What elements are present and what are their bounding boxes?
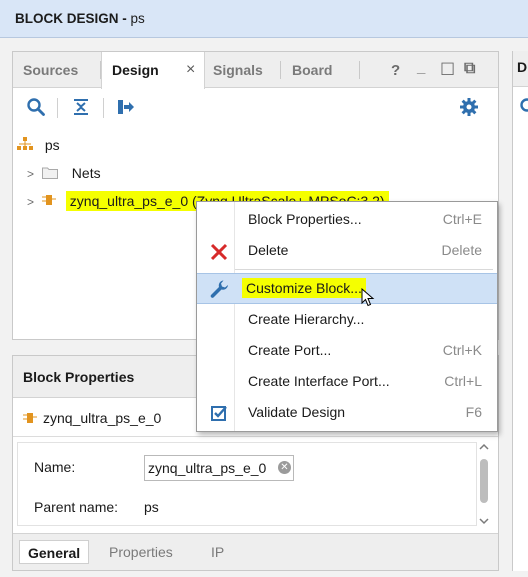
menu-item-shortcut: Ctrl+E bbox=[442, 211, 482, 227]
tree-item-nets[interactable]: > Nets bbox=[27, 162, 101, 184]
wrench-icon bbox=[210, 280, 228, 298]
tab-diagram[interactable]: D bbox=[517, 59, 527, 75]
menu-item-label: Validate Design bbox=[248, 404, 346, 420]
block-properties-tabs: General Properties IP bbox=[13, 533, 498, 570]
tab-ip[interactable]: IP bbox=[203, 540, 232, 564]
tab-sources[interactable]: Sources bbox=[23, 52, 78, 88]
tab-design-label: Design bbox=[112, 62, 159, 78]
design-panel-tabs: Sources Design × Signals Board ? _ ☐ ⧉ bbox=[13, 52, 498, 89]
tab-properties[interactable]: Properties bbox=[101, 540, 181, 564]
scrollbar-thumb[interactable] bbox=[480, 459, 488, 503]
tab-board[interactable]: Board bbox=[292, 52, 332, 88]
design-toolbar bbox=[13, 89, 498, 125]
vivado-window: BLOCK DESIGN - ps Sources Design × Signa… bbox=[0, 0, 528, 577]
menu-item-customize-block[interactable]: Customize Block... bbox=[197, 273, 497, 307]
gear-icon[interactable] bbox=[459, 97, 479, 117]
tab-signals[interactable]: Signals bbox=[213, 52, 263, 88]
search-icon[interactable] bbox=[517, 97, 528, 117]
general-form: Name: zynq_ultra_ps_e_0 ✕ Parent name: p… bbox=[17, 442, 477, 526]
tab-general[interactable]: General bbox=[19, 540, 90, 564]
tree-root[interactable]: ps bbox=[17, 134, 60, 156]
toolbar-divider bbox=[57, 98, 58, 118]
menu-item-validate-design[interactable]: Validate Design F6 bbox=[197, 398, 497, 429]
ip-block-icon bbox=[41, 195, 56, 205]
menu-item-shortcut: Delete bbox=[441, 242, 482, 258]
menu-item-create-interface-port[interactable]: Create Interface Port... Ctrl+L bbox=[197, 367, 497, 398]
clear-icon[interactable]: ✕ bbox=[278, 461, 291, 474]
menu-separator bbox=[235, 269, 493, 270]
menu-item-shortcut: Ctrl+L bbox=[444, 373, 482, 389]
collapse-all-icon[interactable] bbox=[71, 97, 91, 117]
search-icon[interactable] bbox=[26, 97, 46, 117]
minimize-icon[interactable]: _ bbox=[417, 59, 425, 76]
hierarchy-icon bbox=[17, 137, 33, 150]
name-label: Name: bbox=[34, 459, 76, 475]
scroll-up-icon[interactable] bbox=[478, 442, 490, 452]
title-separator: - bbox=[118, 11, 131, 26]
expand-all-icon[interactable] bbox=[116, 97, 136, 117]
menu-item-label: Delete bbox=[248, 242, 289, 258]
menu-item-block-properties[interactable]: Block Properties... Ctrl+E bbox=[197, 205, 497, 236]
name-field[interactable]: zynq_ultra_ps_e_0 ✕ bbox=[144, 455, 294, 481]
parent-name-value: ps bbox=[144, 499, 159, 515]
restore-icon[interactable]: ☐ bbox=[440, 60, 455, 80]
window-title: BLOCK DESIGN - ps bbox=[15, 11, 145, 26]
context-menu: Block Properties... Ctrl+E Delete Delete… bbox=[196, 201, 498, 432]
chevron-right-icon[interactable]: > bbox=[27, 195, 34, 209]
block-properties-title: Block Properties bbox=[23, 369, 135, 385]
ip-block-icon bbox=[23, 413, 37, 423]
tree-item-label: Nets bbox=[71, 165, 101, 181]
tab-close-icon[interactable]: × bbox=[186, 52, 195, 88]
checkbox-icon bbox=[211, 406, 227, 421]
menu-item-delete[interactable]: Delete Delete bbox=[197, 236, 497, 267]
float-icon[interactable]: ⧉ bbox=[464, 60, 475, 78]
menu-item-create-hierarchy[interactable]: Create Hierarchy... bbox=[197, 305, 497, 336]
menu-item-label: Customize Block... bbox=[242, 278, 366, 298]
tab-divider bbox=[359, 61, 360, 79]
menu-item-shortcut: Ctrl+K bbox=[442, 342, 482, 358]
menu-item-shortcut: F6 bbox=[465, 404, 482, 420]
title-design-name: ps bbox=[130, 11, 145, 26]
properties-scrollbar[interactable] bbox=[475, 442, 493, 530]
menu-item-label: Create Interface Port... bbox=[248, 373, 390, 389]
chevron-right-icon[interactable]: > bbox=[27, 167, 34, 181]
diagram-panel: D bbox=[512, 51, 528, 571]
tab-design[interactable]: Design × bbox=[101, 52, 205, 89]
scroll-down-icon[interactable] bbox=[478, 516, 490, 526]
tab-divider bbox=[280, 61, 281, 79]
menu-item-label: Create Hierarchy... bbox=[248, 311, 365, 327]
folder-icon bbox=[41, 167, 58, 179]
parent-name-label: Parent name: bbox=[34, 499, 119, 515]
menu-item-create-port[interactable]: Create Port... Ctrl+K bbox=[197, 336, 497, 367]
tree-root-label: ps bbox=[44, 137, 60, 153]
menu-item-label: Create Port... bbox=[248, 342, 332, 358]
delete-x-icon bbox=[210, 243, 228, 261]
help-icon[interactable]: ? bbox=[391, 62, 400, 79]
menu-item-label: Block Properties... bbox=[248, 211, 362, 227]
selected-block-name: zynq_ultra_ps_e_0 bbox=[43, 410, 162, 426]
toolbar-divider bbox=[103, 98, 104, 118]
name-field-value: zynq_ultra_ps_e_0 bbox=[148, 460, 267, 476]
block-design-title-bar: BLOCK DESIGN - ps bbox=[0, 0, 528, 38]
title-label: BLOCK DESIGN bbox=[15, 11, 119, 26]
